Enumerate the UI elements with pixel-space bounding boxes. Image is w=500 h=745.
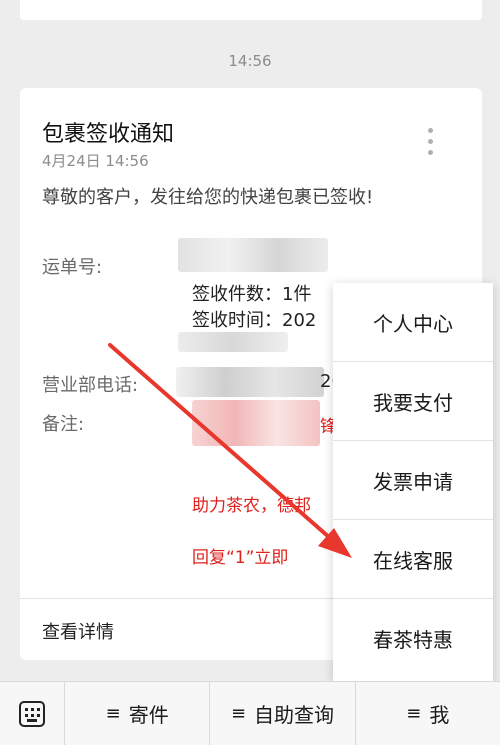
menu-item-payment[interactable]: 我要支付 xyxy=(333,362,493,441)
bottom-menu-bar: ≡ 寄件 ≡ 自助查询 ≡ 我 xyxy=(0,681,500,745)
sign-count: 签收件数：1件 xyxy=(192,284,312,305)
redacted-waybill xyxy=(178,238,328,272)
bottom-menu-self-query[interactable]: ≡ 自助查询 xyxy=(210,682,356,745)
menu-icon: ≡ xyxy=(406,703,422,724)
view-details-link[interactable]: 查看详情 xyxy=(42,618,114,644)
keyboard-toggle-button[interactable] xyxy=(0,682,65,745)
greeting-text: 尊敬的客户，发往给您的快递包裹已签收! xyxy=(42,187,374,208)
phone-label: 营业部电话: xyxy=(42,375,139,396)
previous-message-card xyxy=(20,0,482,20)
popup-menu: 个人中心 我要支付 发票申请 在线客服 春茶特惠 xyxy=(333,283,493,681)
menu-item-spring-tea[interactable]: 春茶特惠 xyxy=(333,599,493,678)
waybill-label: 运单号: xyxy=(42,257,103,278)
redacted-time xyxy=(178,332,288,352)
menu-icon: ≡ xyxy=(230,703,247,724)
bottom-menu-label: 自助查询 xyxy=(254,703,335,727)
redacted-phone xyxy=(176,367,324,397)
menu-item-personal-center[interactable]: 个人中心 xyxy=(333,283,493,362)
bottom-menu-me[interactable]: ≡ 我 xyxy=(356,682,500,745)
note-label: 备注: xyxy=(42,414,85,435)
card-title: 包裹签收通知 xyxy=(42,122,175,147)
sign-time: 签收时间：202 xyxy=(192,310,317,331)
chat-timestamp: 14:56 xyxy=(228,52,272,70)
redacted-note xyxy=(192,400,320,446)
card-date: 4月24日 14:56 xyxy=(42,152,149,170)
menu-item-invoice[interactable]: 发票申请 xyxy=(333,441,493,520)
bottom-menu-label: 我 xyxy=(429,703,450,727)
menu-icon: ≡ xyxy=(105,703,121,724)
bottom-menu-send[interactable]: ≡ 寄件 xyxy=(65,682,211,745)
menu-item-online-service[interactable]: 在线客服 xyxy=(333,520,493,599)
keyboard-icon xyxy=(19,700,45,727)
note-line3: 回复“1”立即 xyxy=(192,548,289,568)
bottom-menu-label: 寄件 xyxy=(128,703,169,727)
note-line2: 助力茶农，德邦 xyxy=(192,496,311,516)
more-options-icon[interactable] xyxy=(428,128,436,161)
